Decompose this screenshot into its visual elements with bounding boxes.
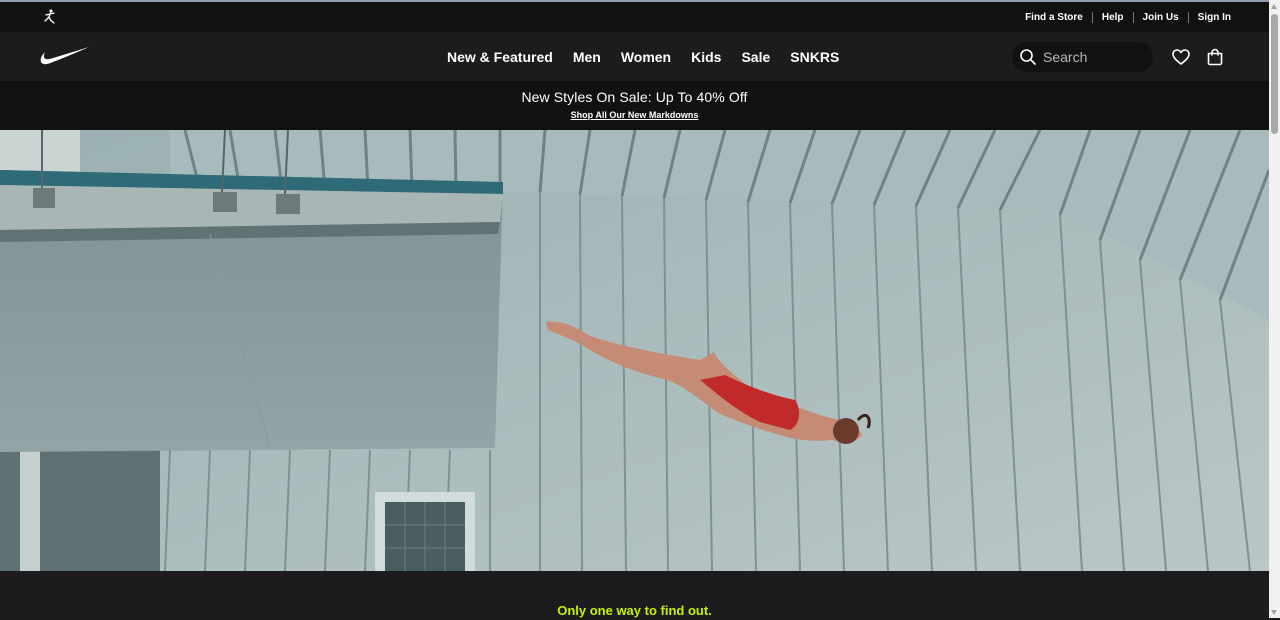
section-tagline: Only one way to find out. xyxy=(557,603,712,618)
page-scrollbar[interactable] xyxy=(1269,0,1280,618)
search-input[interactable] xyxy=(1043,49,1143,65)
heart-icon[interactable] xyxy=(1171,47,1191,67)
scroll-up-arrow-icon[interactable] xyxy=(1271,4,1277,9)
nike-swoosh-icon[interactable] xyxy=(40,45,90,67)
scroll-thumb[interactable] xyxy=(1271,14,1278,134)
nav-sale[interactable]: Sale xyxy=(741,49,770,65)
diver-photo xyxy=(0,130,1269,571)
jordan-jumpman-icon[interactable] xyxy=(40,7,60,27)
utility-links: Find a Store Help Join Us Sign In xyxy=(1016,11,1231,23)
promo-banner: New Styles On Sale: Up To 40% Off Shop A… xyxy=(0,81,1269,130)
main-navigation: New & Featured Men Women Kids Sale SNKRS xyxy=(0,32,1269,81)
nav-snkrs[interactable]: SNKRS xyxy=(790,49,839,65)
content-section: Only one way to find out. xyxy=(0,571,1269,618)
nav-kids[interactable]: Kids xyxy=(691,49,721,65)
shopping-bag-icon[interactable] xyxy=(1205,47,1225,67)
promo-headline: New Styles On Sale: Up To 40% Off xyxy=(521,89,748,105)
primary-nav: New & Featured Men Women Kids Sale SNKRS xyxy=(437,32,849,81)
sign-in-link[interactable]: Sign In xyxy=(1189,12,1231,23)
join-us-link[interactable]: Join Us xyxy=(1134,12,1188,23)
scroll-down-arrow-icon[interactable] xyxy=(1271,610,1277,615)
search-icon[interactable] xyxy=(1019,48,1037,66)
nav-new-featured[interactable]: New & Featured xyxy=(447,49,553,65)
search-box[interactable] xyxy=(1012,42,1153,72)
nav-men[interactable]: Men xyxy=(573,49,601,65)
hero-image[interactable] xyxy=(0,130,1269,571)
promo-link[interactable]: Shop All Our New Markdowns xyxy=(571,110,699,120)
nav-women[interactable]: Women xyxy=(621,49,671,65)
utility-bar: Find a Store Help Join Us Sign In xyxy=(0,0,1269,32)
find-store-link[interactable]: Find a Store xyxy=(1016,12,1092,23)
help-link[interactable]: Help xyxy=(1093,12,1133,23)
